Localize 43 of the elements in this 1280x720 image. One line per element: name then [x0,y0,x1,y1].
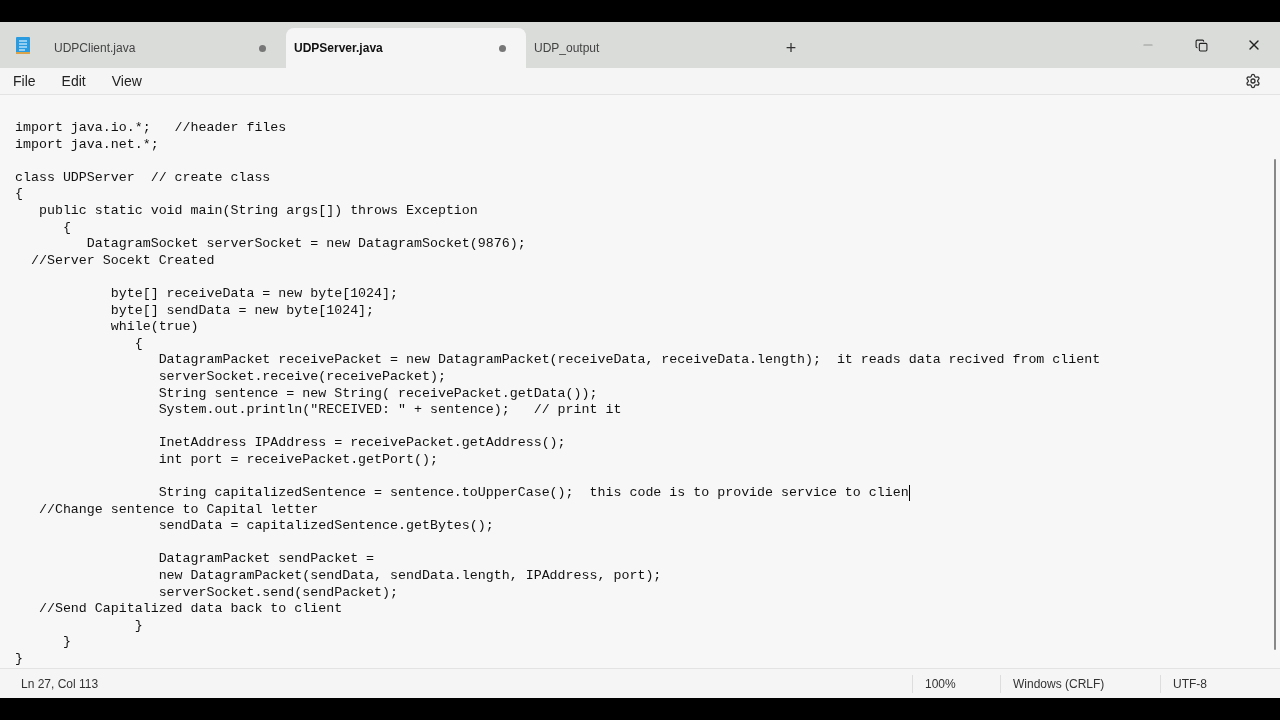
code-line: } [61,634,71,651]
code-line: byte[] receiveData = new byte[1024]; [109,285,398,303]
tab[interactable]: UDP_output [526,28,766,68]
code-line: InetAddress IPAddress = receivePacket.getAddress(); [157,435,566,452]
code-line: serverSocket.receive(receivePacket); [157,368,446,386]
code-line: { [133,335,143,353]
code-line: { [61,219,71,237]
notepad-icon [15,35,31,55]
code-line: String capitalizedSentence = sentence.toUpperCase(); this code is to provide service to clien [157,485,909,502]
code-line: serverSocket.send(sendPacket); [157,584,398,602]
code-line: byte[] sendData = new byte[1024]; [109,302,375,320]
code-line: //Send Capitalized data back to client [37,601,343,618]
code-line: public static void main(String args[]) throws Exception [37,202,478,220]
code-line: import java.net.*; [15,136,159,154]
tab[interactable]: UDPServer.java [286,28,526,68]
code-line: DatagramPacket sendPacket = [157,551,375,569]
code-line: int port = receivePacket.getPort(); [157,451,438,469]
menu-item[interactable]: View [102,70,151,92]
scrollbar-thumb[interactable] [1274,159,1276,650]
menu-item[interactable]: File [4,70,45,92]
settings-icon[interactable] [1245,73,1261,89]
zoom-level: 100% [912,674,1000,693]
code-line: DatagramPacket receivePacket = new DatagramPacket(receiveData, receiveData.length); it reads data recived from client [157,352,1101,369]
code-line: System.out.println("RECEIVED: " + sentence); // print it [157,402,622,419]
code-line: //Server Socekt Created [29,252,215,270]
line-ending: Windows (CRLF) [1000,674,1160,693]
new-tab-button[interactable]: + [766,28,816,68]
code-line: import java.io.*; //header files [15,120,287,137]
cursor-position: Ln 27, Col 113 [20,675,100,693]
code-line: { [15,186,23,203]
menu-item[interactable]: Edit [52,70,95,92]
code-line: class UDPServer // create class [15,169,271,187]
code-line: String sentence = new String( receivePacket.getData()); [157,385,598,403]
code-line: } [15,651,23,668]
code-line: DatagramSocket serverSocket = new DatagramSocket(9876); [85,236,526,253]
code-line: sendData = capitalizedSentence.getBytes(); [157,518,494,535]
code-line: //Change sentence to Capital letter [37,501,319,519]
encoding: UTF-8 [1160,674,1280,693]
tab[interactable]: UDPClient.java [46,28,286,68]
restore-icon[interactable] [1195,38,1208,52]
code-line: while(true) [109,319,199,336]
code-line: new DatagramPacket(sendData, sendData.length, IPAddress, port); [157,568,662,585]
code-line: } [133,617,143,635]
